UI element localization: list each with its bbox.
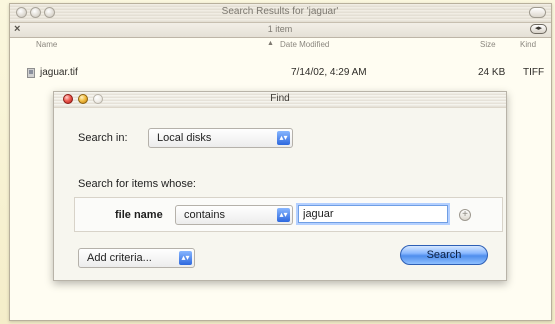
find-dialog: Find Search in: Local disks ▴▾ Search fo…: [53, 91, 507, 281]
search-text-input[interactable]: [298, 205, 448, 223]
name-column-header[interactable]: Name: [36, 40, 57, 49]
add-criterion-button[interactable]: +: [459, 209, 471, 221]
zoom-window-icon[interactable]: [44, 7, 55, 18]
search-criteria-label: Search for items whose:: [78, 178, 196, 190]
close-window-icon[interactable]: [16, 7, 27, 18]
results-status-bar: × 1 item ◂▸: [10, 23, 551, 38]
desktop-scene: Search Results for 'jaguar' × 1 item ◂▸ …: [0, 0, 555, 324]
criterion-operator-select[interactable]: contains ▴▾: [175, 205, 293, 225]
toolbar-toggle-button[interactable]: [529, 7, 546, 18]
results-window-title: Search Results for 'jaguar': [221, 6, 339, 17]
criterion-operator-value: contains: [184, 209, 225, 221]
search-location-select[interactable]: Local disks ▴▾: [148, 128, 293, 148]
add-criteria-select[interactable]: Add criteria... ▴▾: [78, 248, 195, 268]
nav-arrows-icon[interactable]: ◂▸: [530, 24, 547, 34]
date-modified-column-header[interactable]: Date Modified: [280, 40, 329, 49]
select-arrow-icon: ▴▾: [277, 131, 290, 145]
add-criteria-value: Add criteria...: [87, 252, 152, 264]
search-button[interactable]: Search: [400, 245, 488, 265]
close-search-icon[interactable]: ×: [14, 23, 20, 35]
find-title: Find: [270, 93, 290, 104]
kind-column-header[interactable]: Kind: [520, 40, 536, 49]
results-titlebar: Search Results for 'jaguar': [10, 4, 551, 23]
minimize-window-icon[interactable]: [30, 7, 41, 18]
search-location-value: Local disks: [157, 132, 212, 144]
size-column-header[interactable]: Size: [480, 40, 496, 49]
results-column-headers: Name ▲ Date Modified Size Kind: [10, 39, 551, 53]
row-date-modified: 7/14/02, 4:29 AM: [291, 67, 367, 78]
search-in-label: Search in:: [78, 132, 128, 144]
row-name: jaguar.tif: [40, 67, 78, 78]
table-row[interactable]: jaguar.tif 7/14/02, 4:29 AM 24 KB TIFF: [10, 66, 551, 81]
criterion-label: file name: [115, 209, 163, 221]
tiff-file-icon: [27, 68, 35, 78]
row-size: 24 KB: [478, 67, 506, 78]
select-arrow-icon: ▴▾: [277, 208, 290, 222]
find-titlebar: Find: [54, 92, 506, 108]
sort-direction-icon[interactable]: ▲: [267, 40, 274, 47]
row-kind: TIFF: [523, 67, 545, 78]
select-arrow-icon: ▴▾: [179, 251, 192, 265]
result-count: 1 item: [267, 24, 293, 34]
